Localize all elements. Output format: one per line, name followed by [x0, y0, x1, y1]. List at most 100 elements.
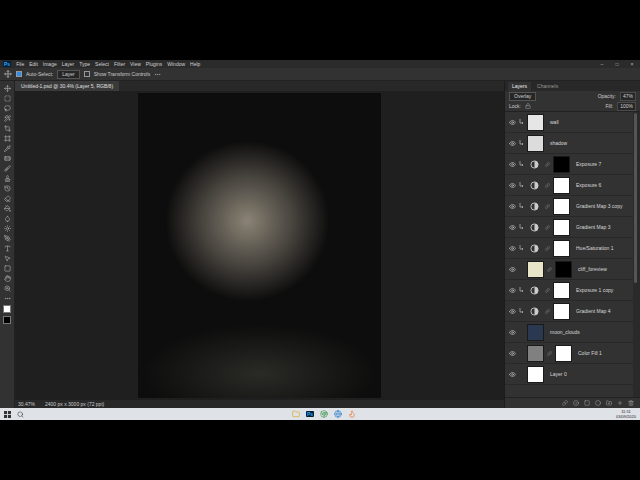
layer-name[interactable]: moon_clouds: [550, 329, 580, 336]
eye-icon[interactable]: [509, 224, 516, 231]
eyedropper-tool-icon[interactable]: [4, 145, 11, 152]
adjustment-thumbnail[interactable]: [527, 283, 542, 298]
panel-tab[interactable]: Channels: [533, 82, 562, 91]
new-adjustment-icon[interactable]: [595, 400, 601, 406]
chrome-icon[interactable]: [320, 410, 328, 418]
eye-icon[interactable]: [509, 140, 516, 147]
lock-icon[interactable]: [525, 103, 531, 109]
layer-name[interactable]: Gradient Map 4: [576, 308, 610, 315]
link-icon[interactable]: [547, 267, 552, 272]
layer-thumbnail[interactable]: [527, 345, 544, 362]
visibility-toggle[interactable]: [508, 371, 516, 378]
layer-name[interactable]: Hue/Saturation 1: [576, 245, 614, 252]
gradient-tool-icon[interactable]: [4, 205, 11, 212]
link-icon[interactable]: [545, 246, 550, 251]
menu-item[interactable]: Layer: [62, 60, 75, 68]
menu-item[interactable]: Help: [190, 60, 200, 68]
adjustment-thumbnail[interactable]: [527, 199, 542, 214]
pen-tool-icon[interactable]: [4, 235, 11, 242]
layer-name[interactable]: Color Fill 1: [578, 350, 602, 357]
layer-style-icon[interactable]: [573, 400, 579, 406]
layer-row[interactable]: shadow: [505, 133, 633, 154]
layer-row[interactable]: Layer 0: [505, 364, 633, 385]
layer-row[interactable]: Color Fill 1: [505, 343, 633, 364]
menu-item[interactable]: View: [130, 60, 141, 68]
layer-row[interactable]: Gradient Map 3: [505, 217, 633, 238]
taskbar-clock[interactable]: 11:5103/09/2020: [616, 409, 636, 419]
zoom-level[interactable]: 30.47%: [18, 400, 35, 408]
auto-select-checkbox[interactable]: [16, 71, 22, 77]
layer-row[interactable]: Gradient Map 3 copy: [505, 196, 633, 217]
window-control[interactable]: –: [597, 60, 607, 68]
layer-name[interactable]: Exposure 6: [576, 182, 601, 189]
layer-mask-thumbnail[interactable]: [553, 240, 570, 257]
menu-item[interactable]: Type: [79, 60, 90, 68]
link-icon[interactable]: [545, 288, 550, 293]
menu-item[interactable]: Edit: [29, 60, 38, 68]
menu-item[interactable]: Plugins: [146, 60, 162, 68]
link-icon[interactable]: [545, 162, 550, 167]
scrollbar-thumb[interactable]: [634, 113, 637, 283]
link-icon[interactable]: [545, 204, 550, 209]
dodge-tool-icon[interactable]: [4, 225, 11, 232]
visibility-toggle[interactable]: [508, 350, 516, 357]
eye-icon[interactable]: [509, 350, 516, 357]
shape-tool-icon[interactable]: [4, 265, 11, 272]
history-brush-tool-icon[interactable]: [4, 185, 11, 192]
more-tools-icon[interactable]: [4, 295, 11, 302]
visibility-toggle[interactable]: [508, 182, 516, 189]
visibility-toggle[interactable]: [508, 329, 516, 336]
visibility-toggle[interactable]: [508, 203, 516, 210]
layer-name[interactable]: Gradient Map 3 copy: [576, 203, 622, 210]
window-control[interactable]: ×: [627, 60, 637, 68]
link-icon[interactable]: [545, 183, 550, 188]
adjustment-thumbnail[interactable]: [527, 304, 542, 319]
menu-item[interactable]: Filter: [114, 60, 125, 68]
opacity-field[interactable]: 47%: [620, 92, 636, 101]
eye-icon[interactable]: [509, 308, 516, 315]
file-explorer-icon[interactable]: [292, 410, 300, 418]
background-color-swatch[interactable]: [3, 316, 11, 324]
crop-tool-icon[interactable]: [4, 125, 11, 132]
link-layers-icon[interactable]: [562, 400, 568, 406]
layer-row[interactable]: moon_clouds: [505, 322, 633, 343]
eye-icon[interactable]: [509, 329, 516, 336]
path-select-tool-icon[interactable]: [4, 255, 11, 262]
layer-row[interactable]: Exposure 6: [505, 175, 633, 196]
adjustment-thumbnail[interactable]: [527, 178, 542, 193]
frame-tool-icon[interactable]: [4, 135, 11, 142]
layer-name[interactable]: Exposure 1 copy: [576, 287, 613, 294]
photoshop-taskbar-icon[interactable]: Ps: [306, 411, 314, 417]
layer-row[interactable]: Exposure 7: [505, 154, 633, 175]
show-transform-checkbox[interactable]: [84, 71, 90, 77]
eye-icon[interactable]: [509, 287, 516, 294]
layer-mask-thumbnail[interactable]: [555, 261, 572, 278]
layer-scrollbar[interactable]: [633, 112, 640, 397]
new-layer-icon[interactable]: [617, 400, 623, 406]
eye-icon[interactable]: [509, 119, 516, 126]
blend-mode-select[interactable]: Overlay: [509, 92, 536, 101]
eye-icon[interactable]: [509, 182, 516, 189]
eraser-tool-icon[interactable]: [4, 195, 11, 202]
layer-mask-thumbnail[interactable]: [553, 177, 570, 194]
document-tab[interactable]: Untitled-1.psd @ 30.4% (Layer 5, RGB/8): [15, 81, 119, 91]
panel-tab[interactable]: Layers: [508, 82, 531, 91]
menu-item[interactable]: File: [16, 60, 24, 68]
menu-item[interactable]: Select: [95, 60, 109, 68]
new-group-icon[interactable]: [606, 400, 612, 406]
lasso-tool-icon[interactable]: [4, 105, 11, 112]
layer-name[interactable]: wall: [550, 119, 559, 126]
zoom-tool-icon[interactable]: [4, 285, 11, 292]
layer-row[interactable]: Hue/Saturation 1: [505, 238, 633, 259]
layer-name[interactable]: Gradient Map 3: [576, 224, 610, 231]
layer-thumbnail[interactable]: [527, 366, 544, 383]
firefox-icon[interactable]: [348, 410, 356, 418]
adjustment-thumbnail[interactable]: [527, 241, 542, 256]
layer-name[interactable]: Layer 0: [550, 371, 567, 378]
foreground-color-swatch[interactable]: [3, 305, 11, 313]
brush-tool-icon[interactable]: [4, 165, 11, 172]
visibility-toggle[interactable]: [508, 119, 516, 126]
layer-mask-thumbnail[interactable]: [553, 156, 570, 173]
search-icon[interactable]: [17, 411, 24, 418]
layer-row[interactable]: cliff_foreview: [505, 259, 633, 280]
